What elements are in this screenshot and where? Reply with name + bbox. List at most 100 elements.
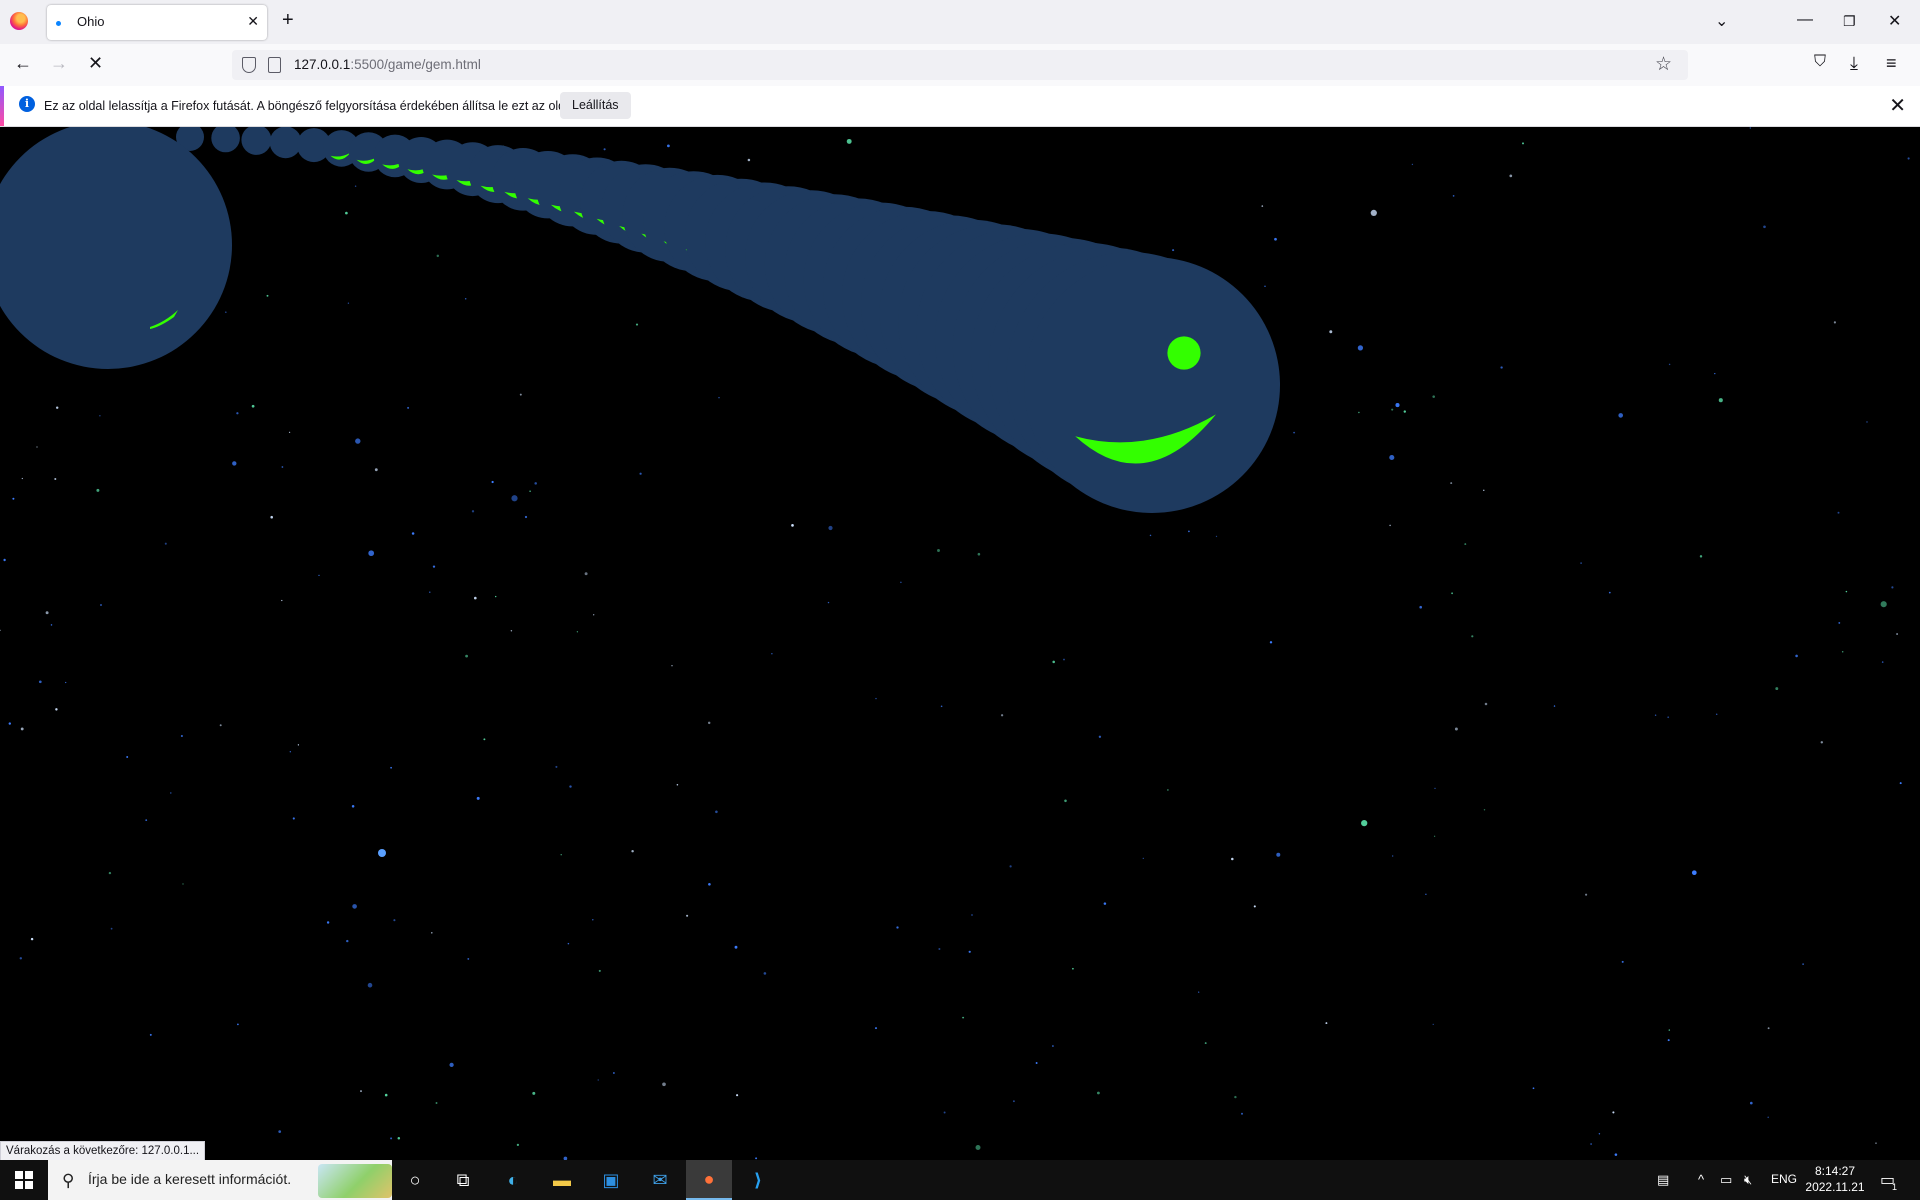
star xyxy=(1215,535,1218,538)
windows-start-icon[interactable] xyxy=(15,1171,33,1189)
star xyxy=(20,727,24,731)
star xyxy=(3,558,6,562)
star xyxy=(1432,395,1435,398)
game-canvas[interactable] xyxy=(0,127,1920,1160)
star-icon[interactable]: ☆ xyxy=(1655,53,1672,76)
star xyxy=(1667,1039,1670,1042)
star xyxy=(900,581,902,584)
star xyxy=(567,942,570,945)
mail-icon[interactable]: ✉ xyxy=(637,1160,683,1200)
star xyxy=(1891,586,1894,589)
vscode-icon[interactable]: ⟩ xyxy=(735,1160,781,1200)
star xyxy=(1845,590,1848,593)
news-icon[interactable]: ▤ xyxy=(1657,1172,1669,1188)
window-close-button[interactable]: ✕ xyxy=(1888,11,1901,31)
star xyxy=(1035,1062,1038,1064)
url-text[interactable]: 127.0.0.1:5500/game/gem.html xyxy=(294,57,481,72)
restore-button[interactable]: ❐ xyxy=(1843,13,1856,30)
star xyxy=(1264,285,1266,287)
tab-close-icon[interactable]: ✕ xyxy=(247,13,259,30)
menu-icon[interactable]: ≡ xyxy=(1886,53,1897,74)
star xyxy=(1667,716,1670,719)
star xyxy=(21,477,23,480)
star xyxy=(1598,1133,1601,1135)
star xyxy=(1012,1100,1015,1103)
star xyxy=(237,1023,239,1026)
list-all-tabs-icon[interactable]: ⌄ xyxy=(1715,11,1728,31)
clock-time: 8:14:27 xyxy=(1814,1164,1856,1178)
star xyxy=(345,211,348,215)
snake-segment xyxy=(241,127,272,155)
star xyxy=(281,599,283,602)
star xyxy=(393,919,396,922)
star xyxy=(631,849,634,853)
star xyxy=(1357,345,1364,351)
back-icon[interactable]: ← xyxy=(14,53,32,74)
star xyxy=(1276,852,1281,857)
edge-icon[interactable]: ◐ xyxy=(490,1160,536,1200)
chevron-up-icon[interactable]: ^ xyxy=(1698,1172,1704,1187)
pocket-icon[interactable]: ⛉ xyxy=(1814,53,1826,71)
url-bar[interactable]: 127.0.0.1:5500/game/gem.html ☆ xyxy=(232,50,1688,80)
star xyxy=(467,957,470,960)
star xyxy=(96,488,100,492)
firefox-icon[interactable] xyxy=(10,12,28,30)
star xyxy=(1749,1101,1753,1105)
snake-segment xyxy=(211,127,240,153)
star xyxy=(1389,524,1391,527)
star xyxy=(36,446,38,448)
star xyxy=(734,945,738,949)
task-view-icon[interactable]: ⧉ xyxy=(440,1160,486,1200)
star xyxy=(352,904,357,909)
star xyxy=(875,697,877,700)
stop-page-button[interactable]: Leállítás xyxy=(560,92,631,119)
snake-segment xyxy=(1024,257,1280,513)
store-icon[interactable]: ▣ xyxy=(588,1160,634,1200)
minimize-button[interactable]: — xyxy=(1797,11,1813,29)
star xyxy=(828,525,833,531)
star xyxy=(938,947,941,951)
star xyxy=(1509,174,1513,178)
star xyxy=(232,461,237,466)
shield-icon[interactable] xyxy=(242,57,256,73)
page-icon[interactable] xyxy=(268,57,281,73)
star xyxy=(569,785,572,788)
star xyxy=(1795,654,1798,658)
star xyxy=(1881,661,1884,663)
star xyxy=(1167,789,1169,791)
star xyxy=(584,572,588,576)
firefox-taskbar-icon[interactable]: ● xyxy=(686,1160,732,1200)
star xyxy=(1618,413,1624,418)
star xyxy=(1454,727,1458,731)
star xyxy=(510,630,513,632)
clock[interactable]: 8:14:27 2022.11.21 xyxy=(1800,1163,1870,1195)
file-explorer-icon[interactable]: ▬ xyxy=(539,1160,585,1200)
star xyxy=(110,927,113,930)
star xyxy=(126,756,129,758)
star xyxy=(1837,511,1840,514)
star xyxy=(251,404,255,408)
star xyxy=(407,406,410,409)
new-tab-button[interactable]: + xyxy=(282,9,294,32)
star xyxy=(346,939,349,943)
network-icon[interactable]: ▭ xyxy=(1720,1172,1732,1188)
stop-load-icon[interactable]: ✕ xyxy=(88,53,103,74)
notification-count: 1 xyxy=(1892,1182,1898,1192)
star xyxy=(1522,142,1524,145)
star xyxy=(555,765,558,768)
star xyxy=(943,1111,946,1114)
cortana-icon[interactable]: ○ xyxy=(392,1160,438,1200)
star xyxy=(771,653,773,655)
volume-muted-icon[interactable]: 🔇︎ xyxy=(1744,1172,1752,1188)
star xyxy=(1580,562,1582,564)
star xyxy=(1775,687,1779,691)
url-path: :5500/game/gem.html xyxy=(350,57,481,72)
taskbar-search-box[interactable]: ⚲ Írja be ide a keresett információt. xyxy=(48,1160,392,1200)
star xyxy=(592,919,594,921)
download-icon[interactable]: ⤓ xyxy=(1850,53,1858,74)
forward-icon[interactable]: → xyxy=(50,53,68,74)
tab-ohio[interactable]: Ohio ✕ xyxy=(47,5,267,40)
star xyxy=(8,722,11,725)
close-icon[interactable]: ✕ xyxy=(1889,93,1906,118)
language-indicator[interactable]: ENG xyxy=(1771,1172,1797,1186)
